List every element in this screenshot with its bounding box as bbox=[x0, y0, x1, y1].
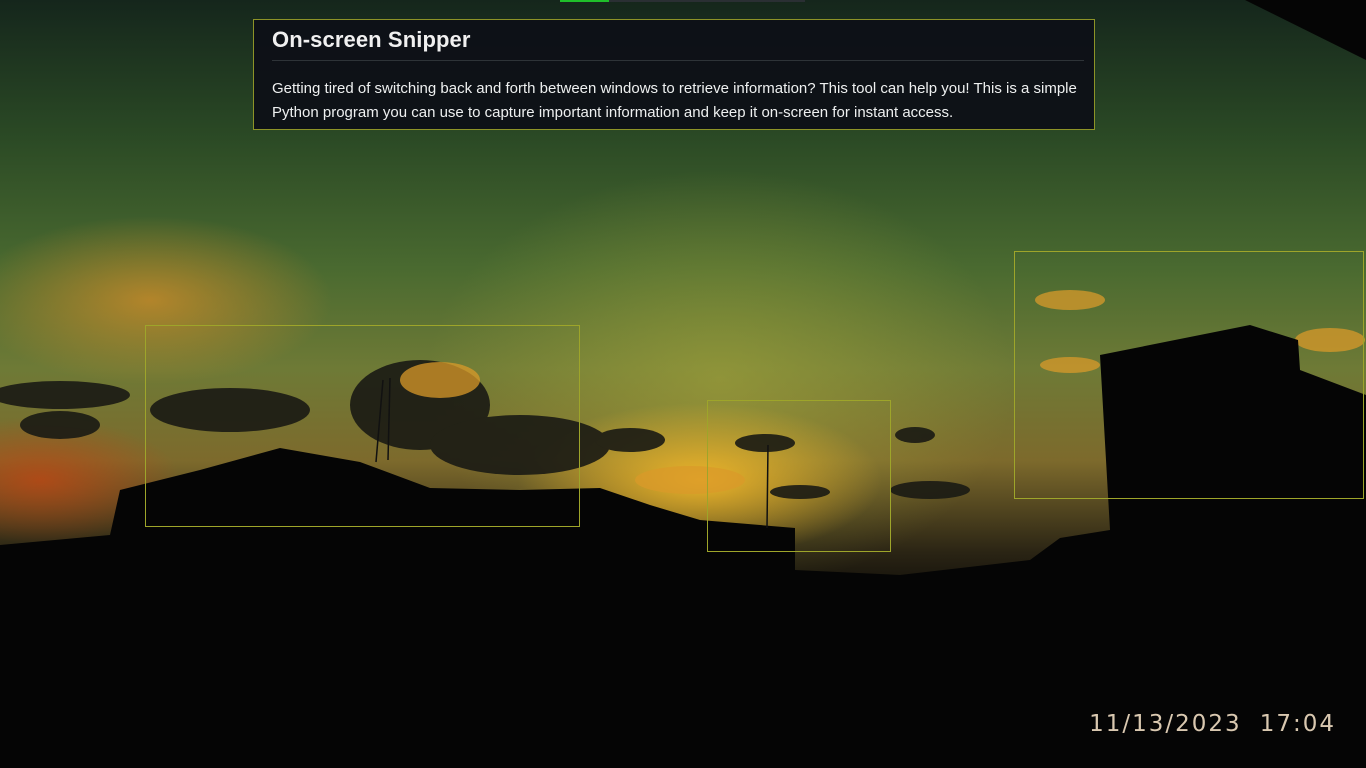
info-panel-title: On-screen Snipper bbox=[272, 27, 471, 52]
desktop-screen: On-screen Snipper Getting tired of switc… bbox=[0, 0, 1366, 768]
clock: 11/13/2023 17:04 bbox=[1089, 711, 1336, 737]
progress-indicator bbox=[560, 0, 805, 2]
info-panel: On-screen Snipper Getting tired of switc… bbox=[253, 19, 1095, 130]
snip-region-1[interactable] bbox=[145, 325, 580, 527]
clock-date: 11/13/2023 bbox=[1089, 711, 1242, 737]
info-panel-divider bbox=[272, 60, 1084, 61]
info-panel-description: Getting tired of switching back and fort… bbox=[272, 80, 1077, 121]
snip-region-2[interactable] bbox=[707, 400, 891, 552]
clock-time: 17:04 bbox=[1259, 711, 1336, 737]
snip-region-3[interactable] bbox=[1014, 251, 1364, 499]
progress-indicator-fill bbox=[560, 0, 609, 2]
